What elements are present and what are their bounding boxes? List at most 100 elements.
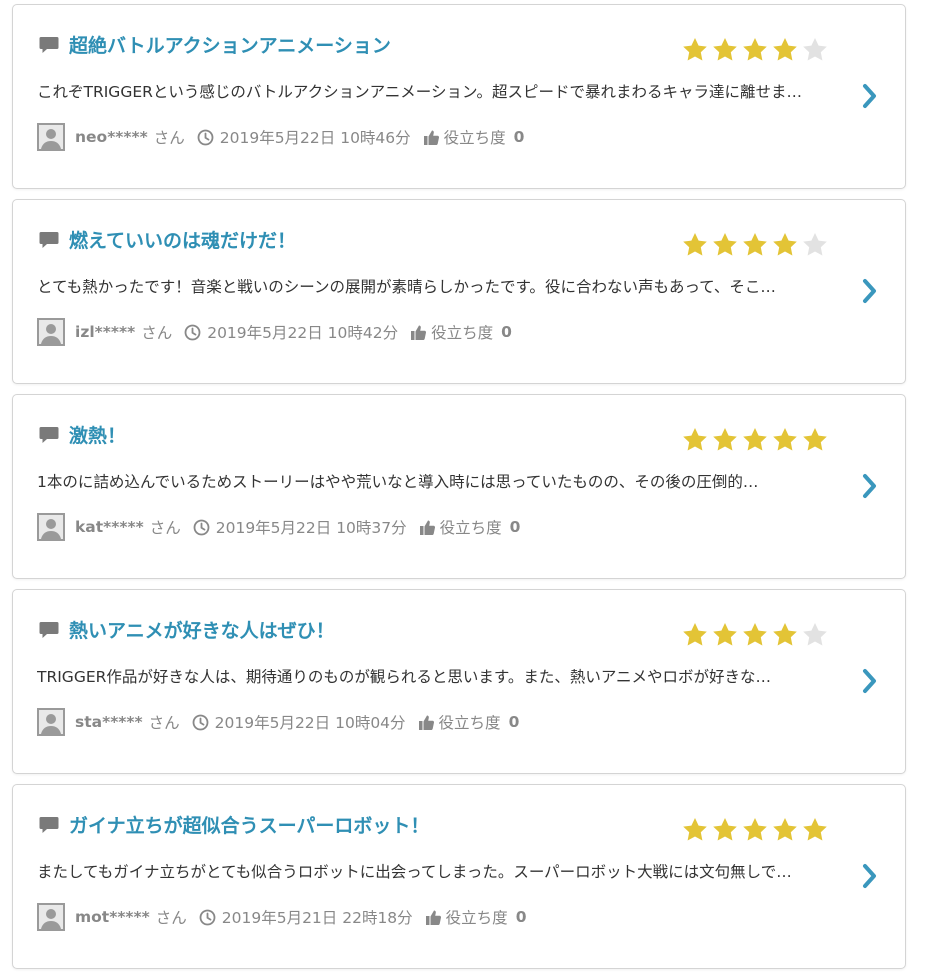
star-filled-icon: [803, 428, 827, 451]
thumbs-up-icon[interactable]: [423, 129, 440, 146]
review-card-1[interactable]: 超絶バトルアクションアニメーション これぞTRIGGERという感じのバトルアクシ…: [12, 4, 906, 189]
review-body: またしてもガイナ立ちがとても似合うロボットに出会ってしまった。スーパーロボット大…: [37, 863, 792, 881]
review-body: TRIGGER作品が好きな人は、期待通りのものが観られると思います。また、熱いア…: [37, 668, 772, 686]
star-filled-icon: [773, 428, 797, 451]
comment-icon: [39, 621, 59, 638]
helpful-count: 0: [508, 713, 520, 731]
star-filled-icon: [683, 818, 707, 841]
star-filled-icon: [713, 38, 737, 61]
thumbs-up-icon[interactable]: [419, 519, 436, 536]
thumbs-up-icon[interactable]: [425, 909, 442, 926]
star-empty-icon: [803, 623, 827, 646]
star-filled-icon: [743, 623, 767, 646]
star-filled-icon: [683, 623, 707, 646]
star-filled-icon: [773, 623, 797, 646]
star-rating: [681, 231, 829, 259]
star-empty-icon: [803, 38, 827, 61]
review-title-row: 超絶バトルアクションアニメーション: [39, 31, 391, 58]
honorific-san: さん: [148, 714, 180, 732]
review-title-row: 激熱！: [39, 421, 126, 448]
review-meta: neo***** さん 2019年5月22日 10時46分 役立ち度 0: [37, 123, 524, 151]
reviewer-name[interactable]: izl*****: [75, 323, 135, 341]
user-avatar-icon: [37, 903, 65, 931]
chevron-right-icon[interactable]: [861, 278, 879, 304]
user-avatar-icon: [37, 318, 65, 346]
star-filled-icon: [713, 623, 737, 646]
helpful-count: 0: [501, 323, 512, 341]
star-filled-icon: [683, 233, 707, 256]
reviewer-name[interactable]: neo*****: [75, 128, 148, 146]
honorific-san: さん: [155, 909, 187, 927]
thumbs-up-icon[interactable]: [410, 324, 427, 341]
review-title-row: 燃えていいのは魂だけだ！: [39, 226, 296, 253]
chevron-right-icon[interactable]: [861, 473, 879, 499]
review-title[interactable]: 超絶バトルアクションアニメーション: [69, 31, 391, 58]
review-timestamp: 2019年5月22日 10時46分: [219, 129, 411, 147]
star-filled-icon: [743, 818, 767, 841]
review-meta: sta***** さん 2019年5月22日 10時04分 役立ち度 0: [37, 708, 519, 736]
star-filled-icon: [713, 233, 737, 256]
review-card-4[interactable]: 熱いアニメが好きな人はぜひ！ TRIGGER作品が好きな人は、期待通りのものが観…: [12, 589, 906, 774]
chevron-right-icon[interactable]: [861, 863, 879, 889]
review-body: 1本のに詰め込んでいるためストーリーはやや荒いなと導入時には思っていたものの、そ…: [37, 473, 759, 491]
reviewer-name[interactable]: mot*****: [75, 908, 150, 926]
review-title[interactable]: 燃えていいのは魂だけだ！: [69, 226, 296, 253]
user-avatar-icon: [37, 513, 65, 541]
helpful-label: 役立ち度: [443, 129, 506, 147]
reviewer-name[interactable]: kat*****: [75, 518, 144, 536]
chevron-right-icon[interactable]: [861, 83, 879, 109]
helpful-label: 役立ち度: [438, 714, 501, 732]
star-filled-icon: [743, 233, 767, 256]
user-avatar-icon: [37, 123, 65, 151]
review-card-5[interactable]: ガイナ立ちが超似合うスーパーロボット！ またしてもガイナ立ちがとても似合うロボッ…: [12, 784, 906, 969]
thumbs-up-icon[interactable]: [418, 714, 435, 731]
honorific-san: さん: [153, 129, 185, 147]
review-timestamp: 2019年5月22日 10時04分: [214, 714, 406, 732]
helpful-label: 役立ち度: [439, 519, 502, 537]
star-rating: [681, 426, 829, 454]
helpful-label: 役立ち度: [445, 909, 508, 927]
helpful-label: 役立ち度: [431, 324, 494, 342]
clock-icon: [192, 714, 209, 730]
review-body: これぞTRIGGERという感じのバトルアクションアニメーション。超スピードで暴れ…: [37, 83, 803, 101]
star-filled-icon: [773, 818, 797, 841]
star-rating: [681, 621, 829, 649]
review-title[interactable]: 激熱！: [69, 421, 126, 448]
review-card-3[interactable]: 激熱！ 1本のに詰め込んでいるためストーリーはやや荒いなと導入時には思っていたも…: [12, 394, 906, 579]
helpful-count: 0: [509, 518, 521, 536]
review-timestamp: 2019年5月22日 10時37分: [215, 519, 407, 537]
star-rating: [681, 36, 829, 64]
clock-icon: [197, 129, 214, 145]
star-filled-icon: [773, 233, 797, 256]
review-title[interactable]: ガイナ立ちが超似合うスーパーロボット！: [69, 811, 429, 838]
star-filled-icon: [773, 38, 797, 61]
star-filled-icon: [803, 818, 827, 841]
review-title[interactable]: 熱いアニメが好きな人はぜひ！: [69, 616, 335, 643]
comment-icon: [39, 816, 59, 833]
chevron-right-icon[interactable]: [861, 668, 879, 694]
star-filled-icon: [683, 38, 707, 61]
star-filled-icon: [713, 818, 737, 841]
review-meta: kat***** さん 2019年5月22日 10時37分 役立ち度 0: [37, 513, 520, 541]
helpful-count: 0: [513, 128, 525, 146]
comment-icon: [39, 426, 59, 443]
review-body: とても熱かったです！音楽と戦いのシーンの展開が素晴らしかったです。役に合わない声…: [37, 278, 776, 296]
honorific-san: さん: [149, 519, 181, 537]
star-filled-icon: [743, 428, 767, 451]
star-rating: [681, 816, 829, 844]
clock-icon: [199, 909, 216, 925]
reviewer-name[interactable]: sta*****: [75, 713, 143, 731]
helpful-count: 0: [515, 908, 527, 926]
review-meta: izl***** さん 2019年5月22日 10時42分 役立ち度 0: [37, 318, 512, 346]
review-meta: mot***** さん 2019年5月21日 22時18分 役立ち度 0: [37, 903, 526, 931]
honorific-san: さん: [141, 324, 173, 342]
clock-icon: [184, 324, 201, 340]
comment-icon: [39, 231, 59, 248]
review-card-2[interactable]: 燃えていいのは魂だけだ！ とても熱かったです！音楽と戦いのシーンの展開が素晴らし…: [12, 199, 906, 384]
star-filled-icon: [743, 38, 767, 61]
review-timestamp: 2019年5月21日 22時18分: [221, 909, 413, 927]
user-avatar-icon: [37, 708, 65, 736]
star-filled-icon: [713, 428, 737, 451]
comment-icon: [39, 36, 59, 53]
review-title-row: ガイナ立ちが超似合うスーパーロボット！: [39, 811, 429, 838]
